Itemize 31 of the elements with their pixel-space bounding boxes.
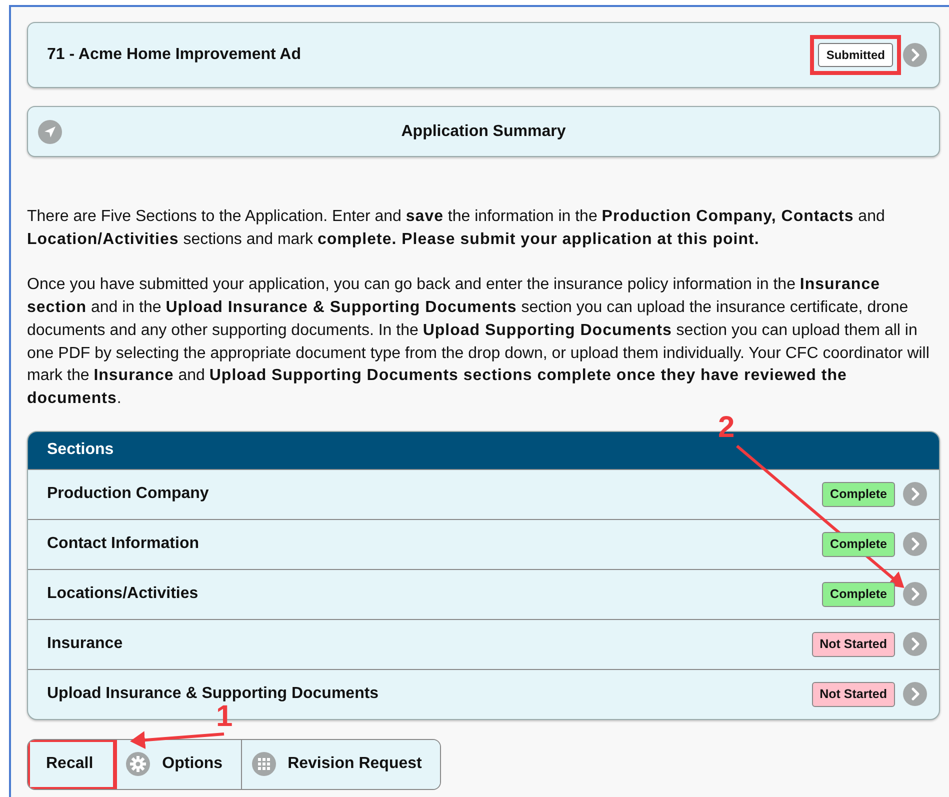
recall-button[interactable]: Recall [28,740,116,789]
section-name: Contact Information [47,534,200,554]
status-badge: Complete [822,482,895,506]
revision-request-button[interactable]: Revision Request [240,740,440,789]
section-name: Locations/Activities [47,584,200,604]
chevron-right-icon[interactable] [903,532,927,556]
section-name: Insurance [47,634,124,654]
instruction-paragraph: There are Five Sections to the Application. Enter and save the information in the Production Company, Contacts and Location/Activities sections and mark complete. Please submit your application at this point. [27,207,886,250]
status-badge: Submitted [818,43,893,67]
summary-title: Application Summary [401,122,566,142]
chevron-right-icon[interactable] [903,582,927,606]
section-row[interactable]: Contact Information Complete [28,518,939,569]
section-row[interactable]: Production Company Complete [28,468,939,519]
chevron-right-icon[interactable] [903,682,927,706]
status-badge: Complete [822,532,895,556]
chevron-right-icon[interactable] [903,632,927,656]
grid-icon [252,752,276,776]
summary-bar[interactable]: Application Summary [27,106,940,157]
status-badge: Complete [822,582,895,606]
chevron-right-icon[interactable] [903,43,927,67]
chevron-right-icon[interactable] [903,482,927,506]
sections-heading: Sections [47,440,114,460]
instruction-paragraph: Once you have submitted your application, you can go back and enter the insurance policy information in the Insurance section and in the Upload Insurance & Supporting Documents section you can upload the insurance certificate, drone documents and any other supporting documents. In the Upload Supporting Documents section you can upload them all in one PDF by selecting the appropriate document type from the drop down, or upload them individually. Your CFC coordinator will mark the Insurance and Upload Supporting Documents sections complete once they have reviewed the documents. [27,275,930,409]
application-title: 71 - Acme Home Improvement Ad [47,45,302,65]
gear-icon [126,752,150,776]
section-row[interactable]: Locations/Activities Complete [28,568,939,619]
section-name: Production Company [47,484,210,504]
status-badge: Not Started [812,682,895,706]
status-badge: Not Started [812,632,895,656]
section-row[interactable]: Insurance Not Started [28,618,939,669]
section-name: Upload Insurance & Supporting Documents [47,684,380,704]
